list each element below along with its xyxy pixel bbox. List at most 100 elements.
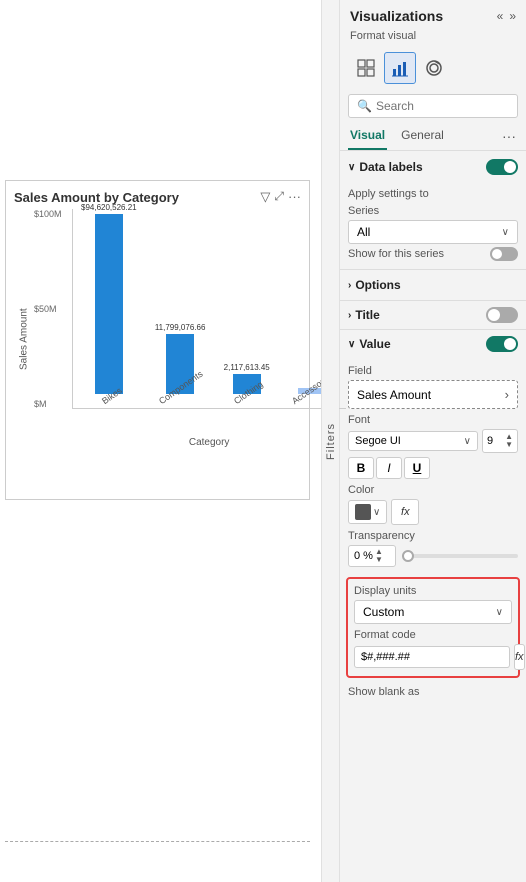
title-section-header[interactable]: › Title bbox=[340, 303, 526, 327]
viz-type-row bbox=[340, 48, 526, 88]
display-units-label: Display units bbox=[354, 585, 512, 597]
color-swatch-box[interactable]: ∨ bbox=[348, 500, 387, 524]
font-label: Font bbox=[348, 414, 518, 426]
filter-icon[interactable]: ▽ bbox=[260, 189, 270, 205]
apply-settings-label: Apply settings to bbox=[348, 188, 518, 200]
viz-header: Visualizations « » bbox=[340, 0, 526, 28]
format-code-label: Format code bbox=[354, 629, 512, 641]
color-dropdown-arrow: ∨ bbox=[373, 507, 380, 518]
data-labels-section-header[interactable]: ∨ Data labels bbox=[340, 155, 526, 179]
field-label: Field bbox=[348, 365, 518, 377]
expand-icon[interactable]: ⤢ bbox=[274, 189, 284, 205]
chart-container: Sales Amount by Category ▽ ⤢ ··· Sales A… bbox=[5, 180, 310, 500]
search-bar[interactable]: 🔍 bbox=[348, 94, 518, 118]
viz-header-icons: « » bbox=[497, 9, 516, 23]
title-label: Title bbox=[355, 308, 379, 322]
font-dropdown-arrow: ∨ bbox=[464, 436, 471, 447]
options-section-header[interactable]: › Options bbox=[340, 272, 526, 298]
value-label: Value bbox=[359, 337, 390, 351]
y-axis-values: $100M $50M $M bbox=[34, 209, 69, 409]
chevron-left-icon[interactable]: « bbox=[497, 9, 504, 23]
display-units-arrow: ∨ bbox=[496, 607, 503, 618]
title-chevron: › bbox=[348, 310, 351, 321]
font-size-arrows[interactable]: ▲ ▼ bbox=[505, 433, 513, 449]
font-size-value: 9 bbox=[487, 435, 493, 447]
tabs-row: Visual General ··· bbox=[340, 124, 526, 151]
show-for-series-label: Show for this series bbox=[348, 248, 444, 260]
font-size-down[interactable]: ▼ bbox=[505, 441, 513, 449]
tab-visual[interactable]: Visual bbox=[348, 124, 387, 150]
transparency-label: Transparency bbox=[348, 530, 518, 542]
title-header-left: › Title bbox=[348, 308, 380, 322]
chart-title-row: Sales Amount by Category ▽ ⤢ ··· bbox=[14, 189, 301, 205]
transparency-input-box[interactable]: 0 % ▲ ▼ bbox=[348, 545, 396, 567]
title-toggle[interactable] bbox=[486, 307, 518, 323]
color-swatch bbox=[355, 504, 371, 520]
format-buttons: B I U bbox=[348, 457, 518, 479]
bar-bikes bbox=[95, 214, 123, 394]
format-code-input[interactable] bbox=[354, 646, 510, 668]
chart-area: Sales Amount $100M $50M $M $94,620,526.2… bbox=[14, 209, 301, 469]
viz-icon-grid[interactable] bbox=[350, 52, 382, 84]
tab-more-icon[interactable]: ··· bbox=[500, 124, 518, 150]
format-code-row: fx bbox=[354, 644, 512, 670]
color-row: ∨ fx bbox=[348, 499, 518, 525]
show-for-series-toggle[interactable] bbox=[490, 247, 518, 261]
value-toggle[interactable] bbox=[486, 336, 518, 352]
chart-inner: $100M $50M $M $94,620,526.21 Bikes 11,79… bbox=[34, 209, 346, 469]
data-labels-label: Data labels bbox=[359, 160, 422, 174]
search-icon: 🔍 bbox=[357, 99, 372, 113]
y-axis-label: Sales Amount bbox=[14, 209, 34, 469]
value-toggle-circle bbox=[504, 338, 516, 350]
chart-title-icons: ▽ ⤢ ··· bbox=[260, 189, 301, 205]
font-size-box[interactable]: 9 ▲ ▼ bbox=[482, 429, 518, 453]
color-fx-button[interactable]: fx bbox=[391, 499, 419, 525]
title-toggle-circle bbox=[488, 309, 500, 321]
transparency-down[interactable]: ▼ bbox=[375, 556, 383, 564]
transparency-slider-thumb[interactable] bbox=[402, 550, 414, 562]
viz-icon-donut[interactable] bbox=[418, 52, 450, 84]
value-subsection: Field Sales Amount › Font Segoe UI ∨ 9 ▲… bbox=[340, 356, 526, 573]
data-labels-toggle[interactable] bbox=[486, 159, 518, 175]
show-for-series-circle bbox=[492, 249, 502, 259]
series-dropdown-arrow: ∨ bbox=[502, 227, 509, 238]
font-family-dropdown[interactable]: Segoe UI ∨ bbox=[348, 431, 478, 451]
font-row: Segoe UI ∨ 9 ▲ ▼ bbox=[348, 429, 518, 453]
format-code-fx-button[interactable]: fx bbox=[514, 644, 525, 670]
bars-area: $94,620,526.21 Bikes 11,799,076.66 Compo… bbox=[72, 209, 346, 409]
display-units-value: Custom bbox=[363, 605, 404, 619]
data-labels-header-left: ∨ Data labels bbox=[348, 160, 423, 174]
viz-icon-bar-chart[interactable] bbox=[384, 52, 416, 84]
bar-value-components: 11,799,076.66 bbox=[155, 323, 206, 332]
filters-strip[interactable]: Filters bbox=[321, 0, 339, 882]
y-tick-0m: $M bbox=[34, 399, 69, 409]
y-tick-100m: $100M bbox=[34, 209, 69, 219]
bar-value-bikes: $94,620,526.21 bbox=[81, 203, 137, 212]
bold-button[interactable]: B bbox=[348, 457, 374, 479]
tab-general[interactable]: General bbox=[399, 124, 446, 150]
format-visual-label: Format visual bbox=[340, 28, 526, 48]
data-labels-chevron: ∨ bbox=[348, 162, 355, 173]
transparency-slider-track[interactable] bbox=[402, 554, 518, 558]
value-header-left: ∨ Value bbox=[348, 337, 391, 351]
viz-panel-title: Visualizations bbox=[350, 8, 443, 24]
more-options-icon[interactable]: ··· bbox=[288, 189, 301, 205]
value-section-header[interactable]: ∨ Value bbox=[340, 332, 526, 356]
bar-group-bikes: $94,620,526.21 Bikes bbox=[81, 203, 137, 408]
apply-settings-subsection: Apply settings to Series All ∨ Show for … bbox=[340, 179, 526, 267]
transparency-arrows[interactable]: ▲ ▼ bbox=[375, 548, 383, 564]
display-units-dropdown[interactable]: Custom ∨ bbox=[354, 600, 512, 624]
options-label: Options bbox=[355, 278, 400, 292]
field-box[interactable]: Sales Amount › bbox=[348, 380, 518, 409]
search-input[interactable] bbox=[376, 99, 509, 113]
x-axis-title: Category bbox=[72, 437, 346, 448]
font-family-value: Segoe UI bbox=[355, 435, 401, 447]
series-dropdown[interactable]: All ∨ bbox=[348, 220, 518, 244]
field-value: Sales Amount bbox=[357, 388, 431, 402]
chevron-right-icon[interactable]: » bbox=[509, 9, 516, 23]
options-chevron: › bbox=[348, 280, 351, 291]
series-label: Series bbox=[348, 205, 518, 217]
dotted-divider bbox=[5, 841, 310, 842]
underline-button[interactable]: U bbox=[404, 457, 430, 479]
italic-button[interactable]: I bbox=[376, 457, 402, 479]
